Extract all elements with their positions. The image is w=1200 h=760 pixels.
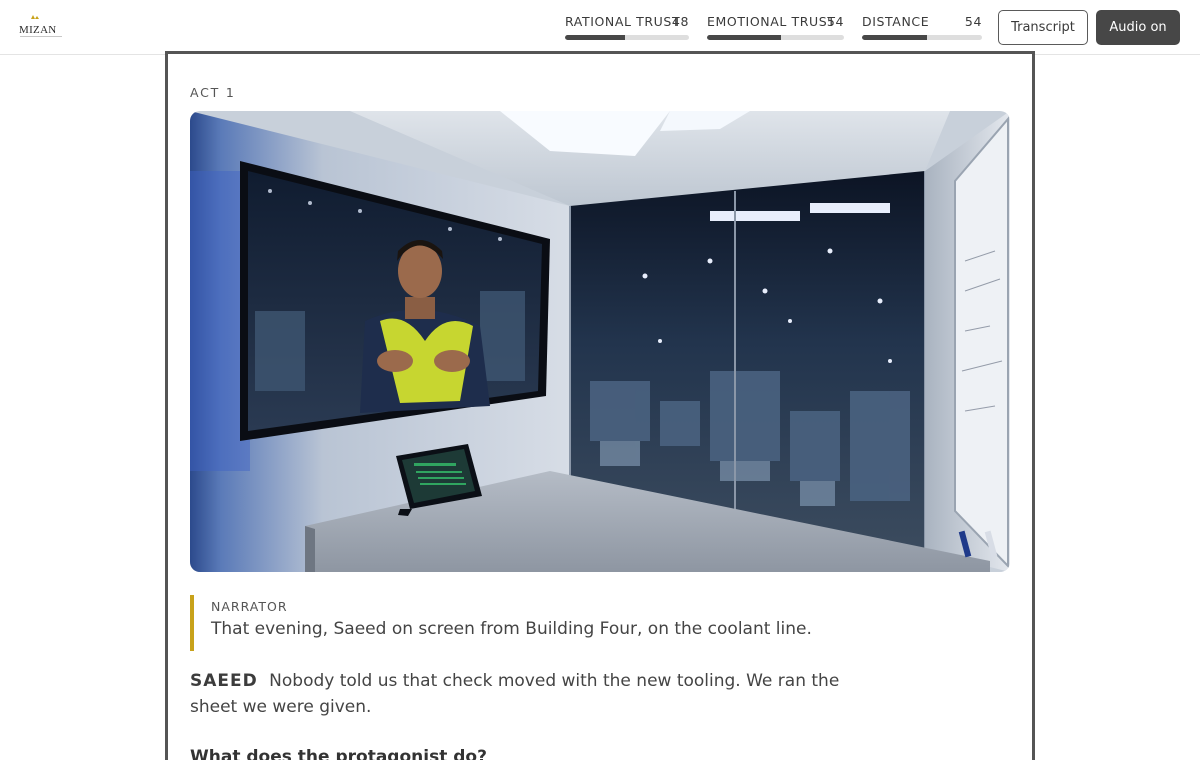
meter-fill xyxy=(862,35,927,40)
speaker-name: SAEED xyxy=(190,671,258,691)
narrator-tag: NARRATOR xyxy=(211,599,288,614)
meter-value: 54 xyxy=(964,14,982,29)
meter-track xyxy=(565,35,689,40)
brand-logo[interactable]: MIZAN xyxy=(19,14,65,40)
audio-toggle-button[interactable]: Audio on xyxy=(1096,10,1180,45)
narrator-text: That evening, Saeed on screen from Build… xyxy=(211,619,812,639)
meter-value: 54 xyxy=(826,14,844,29)
scene-illustration xyxy=(190,111,1010,572)
top-bar: MIZAN RATIONAL TRUST 48 EMOTIONAL TRUST … xyxy=(0,0,1200,55)
meter-label: EMOTIONAL TRUST xyxy=(707,14,836,29)
logo-wordmark: MIZAN xyxy=(19,24,57,36)
meter-value: 48 xyxy=(671,14,689,29)
dialogue-text: Nobody told us that check moved with the… xyxy=(190,671,840,717)
dialogue-line: SAEED Nobody told us that check moved wi… xyxy=(190,668,850,720)
meter-track xyxy=(707,35,844,40)
meter-label: RATIONAL TRUST xyxy=(565,14,681,29)
transcript-button[interactable]: Transcript xyxy=(998,10,1088,45)
story-card: ACT 1 NARRATOR That evening, Saeed on sc… xyxy=(165,51,1035,760)
meter-fill xyxy=(565,35,625,40)
meter-rational-trust: RATIONAL TRUST 48 xyxy=(565,14,689,40)
meter-emotional-trust: EMOTIONAL TRUST 54 xyxy=(707,14,844,40)
narrator-block: NARRATOR That evening, Saeed on screen f… xyxy=(190,595,890,651)
meter-label: DISTANCE xyxy=(862,14,930,29)
meter-distance: DISTANCE 54 xyxy=(862,14,982,40)
crown-icon xyxy=(31,15,39,19)
meter-fill xyxy=(707,35,781,40)
act-label: ACT 1 xyxy=(190,85,236,100)
choice-prompt: What does the protagonist do? xyxy=(190,747,487,760)
meter-track xyxy=(862,35,982,40)
